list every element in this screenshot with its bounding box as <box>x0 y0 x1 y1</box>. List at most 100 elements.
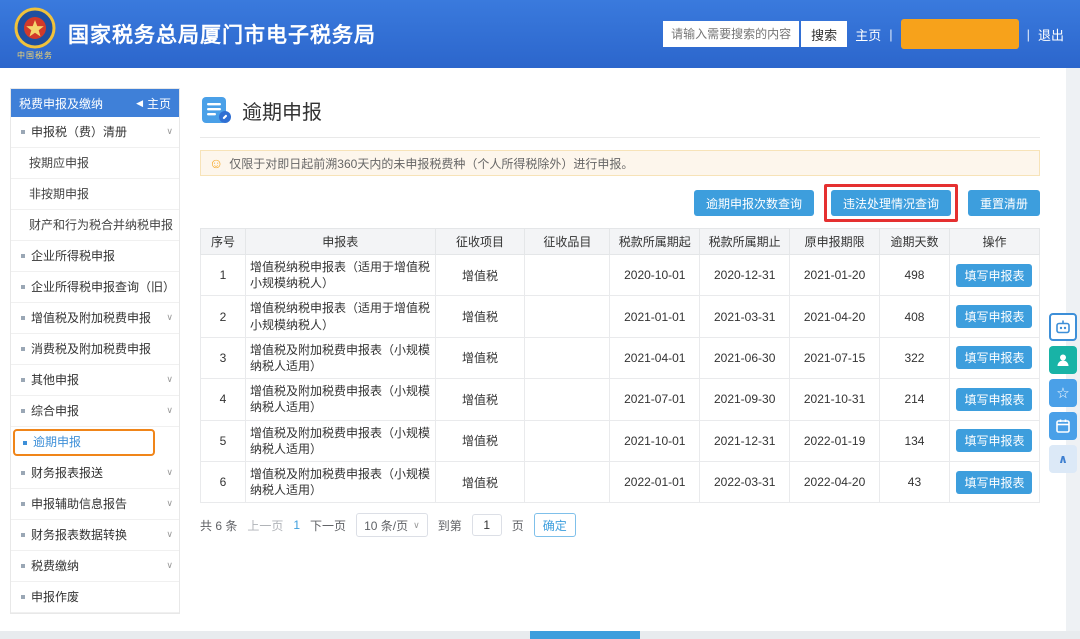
sidebar-item-financial-data-convert[interactable]: 财务报表数据转换 ∨ <box>11 520 179 551</box>
sidebar-item-label: 逾期申报 <box>33 435 82 449</box>
cell-item <box>524 336 611 380</box>
reset-list-button[interactable]: 重置清册 <box>967 190 1040 216</box>
violation-query-button[interactable]: 违法处理情况查询 <box>830 190 951 216</box>
home-link[interactable]: 主页 <box>855 25 881 44</box>
cell-form: 增值税及附加税费申报表（小规模纳税人适用） <box>244 419 436 462</box>
cell-start: 2021-04-01 <box>609 336 701 380</box>
customer-service-icon[interactable] <box>1049 346 1077 374</box>
header-separator: | <box>1026 26 1030 42</box>
cell-no: 5 <box>200 419 246 462</box>
goto-suffix: 页 <box>511 518 524 533</box>
cell-days: 134 <box>879 419 950 462</box>
sidebar-item-vat-surcharge-declare[interactable]: 增值税及附加税费申报 ∨ <box>11 303 179 334</box>
cell-start: 2021-01-01 <box>609 295 701 338</box>
sidebar-item-other-declare[interactable]: 其他申报 ∨ <box>11 365 179 396</box>
sidebar-item-tax-payment[interactable]: 税费缴纳 ∨ <box>11 551 179 582</box>
cell-deadline: 2021-10-31 <box>789 378 881 421</box>
cell-form: 增值税及附加税费申报表（小规模纳税人适用） <box>244 460 436 504</box>
cell-project: 增值税 <box>434 419 526 462</box>
cell-end: 2021-03-31 <box>699 295 791 338</box>
fill-declare-form-button[interactable]: 填写申报表 <box>956 387 1033 411</box>
col-start: 税款所属期起 <box>609 228 701 255</box>
table-row: 1 增值税纳税申报表（适用于增值税小规模纳税人） 增值税 2020-10-01 … <box>200 253 1041 297</box>
bullet-icon <box>21 378 25 382</box>
chevron-down-icon: ∨ <box>166 560 173 571</box>
cell-end: 2021-09-30 <box>699 378 791 421</box>
next-page-button[interactable]: 下一页 <box>310 517 346 534</box>
sidebar-item-label: 税费缴纳 <box>31 558 80 573</box>
notice-text: 仅限于对即日起前溯360天内的未申报税费种（个人所得税除外）进行申报。 <box>229 156 634 171</box>
col-end: 税款所属期止 <box>699 228 791 255</box>
sidebar-item-label: 非按期申报 <box>29 186 90 201</box>
cell-no: 2 <box>200 295 246 338</box>
sidebar-item-label: 按期应申报 <box>29 155 90 170</box>
sidebar: 税费申报及缴纳 ◀ 主页 申报税（费）清册 ∨ 按期应申报 非按期申报 财产和行… <box>10 88 180 614</box>
cell-project: 增值税 <box>434 336 526 380</box>
sidebar-item-corp-income-tax[interactable]: 企业所得税申报 <box>11 241 179 272</box>
cell-end: 2021-06-30 <box>699 336 791 380</box>
site-title: 国家税务总局厦门市电子税务局 <box>68 24 376 47</box>
sidebar-item-label: 企业所得税申报 <box>31 248 116 263</box>
cell-deadline: 2021-01-20 <box>789 253 881 297</box>
notice-bar: ☺ 仅限于对即日起前溯360天内的未申报税费种（个人所得税除外）进行申报。 <box>200 150 1040 176</box>
sidebar-home-link[interactable]: ◀ 主页 <box>136 95 171 112</box>
cell-project: 增值税 <box>434 378 526 421</box>
sidebar-item-label: 申报辅助信息报告 <box>31 496 128 511</box>
bullet-icon <box>21 471 25 475</box>
cell-days: 322 <box>879 336 950 380</box>
prev-page-button[interactable]: 上一页 <box>247 517 283 534</box>
fill-declare-form-button[interactable]: 填写申报表 <box>956 346 1033 370</box>
bullet-icon <box>23 440 27 445</box>
smart-service-icon[interactable] <box>1049 313 1077 341</box>
collapse-up-icon[interactable]: ∧ <box>1049 445 1077 473</box>
favorite-star-icon[interactable]: ☆ <box>1049 379 1077 407</box>
logout-link[interactable]: 退出 <box>1038 25 1064 44</box>
page-size-value: 10 条/页 <box>364 518 409 533</box>
sidebar-item-comprehensive-declare[interactable]: 综合申报 ∨ <box>11 396 179 427</box>
fill-declare-form-button[interactable]: 填写申报表 <box>956 263 1033 287</box>
fill-declare-form-button[interactable]: 填写申报表 <box>956 305 1033 329</box>
table-row: 4 增值税及附加税费申报表（小规模纳税人适用） 增值税 2021-07-01 2… <box>200 378 1041 421</box>
search-input[interactable] <box>663 21 800 47</box>
sidebar-item-periodic-declare[interactable]: 按期应申报 <box>11 148 179 179</box>
chevron-up-glyph: ∧ <box>1058 452 1068 466</box>
cell-item <box>524 460 611 504</box>
page-size-select[interactable]: 10 条/页 ∨ <box>356 513 428 538</box>
horizontal-scroll-thumb[interactable] <box>530 631 640 639</box>
horizontal-scroll-track[interactable] <box>0 631 1080 639</box>
cell-project: 增值税 <box>434 295 526 338</box>
sidebar-item-label: 申报作废 <box>31 589 80 604</box>
search-button[interactable]: 搜索 <box>801 21 848 47</box>
sidebar-item-corp-income-tax-query-old[interactable]: 企业所得税申报查询（旧） <box>11 272 179 303</box>
sidebar-item-property-behavior-tax[interactable]: 财产和行为税合并纳税申报 <box>11 210 179 241</box>
cell-project: 增值税 <box>434 253 526 297</box>
table-row: 3 增值税及附加税费申报表（小规模纳税人适用） 增值税 2021-04-01 2… <box>200 336 1041 380</box>
goto-confirm-button[interactable]: 确定 <box>533 513 576 538</box>
bullet-icon <box>21 285 25 289</box>
overdue-count-query-button[interactable]: 逾期申报次数查询 <box>693 190 814 216</box>
sidebar-item-overdue-declare[interactable]: 逾期申报 <box>13 429 155 456</box>
fill-declare-form-button[interactable]: 填写申报表 <box>956 470 1033 494</box>
sidebar-item-declare-void[interactable]: 申报作废 <box>11 582 179 613</box>
sidebar-item-declare-list[interactable]: 申报税（费）清册 ∨ <box>11 117 179 148</box>
sidebar-item-nonperiodic-declare[interactable]: 非按期申报 <box>11 179 179 210</box>
sidebar-header: 税费申报及缴纳 ◀ 主页 <box>11 89 179 117</box>
sidebar-item-financial-report-submit[interactable]: 财务报表报送 ∨ <box>11 458 179 489</box>
overdue-declare-table: 序号 申报表 征收项目 征收品目 税款所属期起 税款所属期止 原申报期限 逾期天… <box>200 228 1041 504</box>
calendar-icon[interactable] <box>1049 412 1077 440</box>
page-number-1[interactable]: 1 <box>293 518 300 532</box>
sidebar-item-declare-aux-info[interactable]: 申报辅助信息报告 ∨ <box>11 489 179 520</box>
cell-form: 增值税纳税申报表（适用于增值税小规模纳税人） <box>244 253 436 297</box>
fill-declare-form-button[interactable]: 填写申报表 <box>956 429 1033 453</box>
cell-no: 6 <box>200 460 246 504</box>
sidebar-title: 税费申报及缴纳 <box>19 96 104 111</box>
goto-page-input[interactable] <box>471 514 502 537</box>
col-project: 征收项目 <box>434 228 526 255</box>
table-row: 6 增值税及附加税费申报表（小规模纳税人适用） 增值税 2022-01-01 2… <box>200 460 1041 504</box>
smiley-icon: ☺ <box>209 155 224 171</box>
sidebar-item-label: 财务报表数据转换 <box>31 527 128 542</box>
sidebar-item-consumption-tax-declare[interactable]: 消费税及附加税费申报 <box>11 334 179 365</box>
bullet-icon <box>21 347 25 351</box>
annotation-red-box: 违法处理情况查询 <box>823 184 958 222</box>
bullet-icon <box>21 254 25 258</box>
